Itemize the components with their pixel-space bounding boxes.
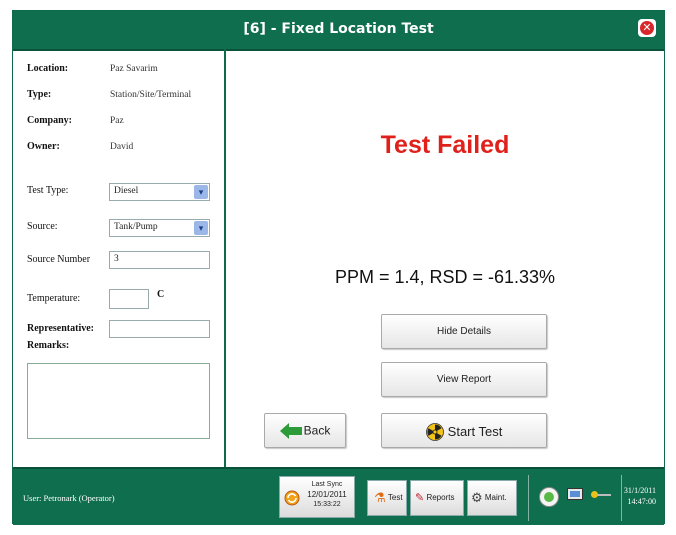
current-time: 14:47:00 — [627, 497, 656, 506]
back-arrow-icon — [279, 422, 302, 439]
hide-details-button[interactable]: Hide Details — [381, 314, 547, 349]
remarks-textarea[interactable] — [27, 363, 210, 439]
test-result: PPM = 1.4, RSD = -61.33% — [334, 267, 556, 287]
source-select[interactable]: Tank/Pump ▾ — [109, 219, 210, 237]
main-panel: Test Failed PPM = 1.4, RSD = -61.33% Hid… — [226, 49, 664, 467]
flask-icon: ⚗ — [374, 490, 386, 505]
type-row: Type: Station/Site/Terminal — [27, 89, 191, 100]
chevron-down-icon: ▾ — [194, 185, 208, 199]
close-icon: ✕ — [640, 21, 654, 35]
test-type-select[interactable]: Diesel ▾ — [109, 183, 210, 201]
source-number-label: Source Number — [27, 254, 91, 265]
company-value: Paz — [110, 116, 124, 126]
temperature-input[interactable] — [109, 289, 149, 309]
radiation-icon — [425, 422, 444, 441]
type-value: Station/Site/Terminal — [110, 90, 192, 100]
test-type-value: Diesel — [114, 186, 139, 196]
test-button[interactable]: ⚗ Test — [367, 480, 407, 516]
current-date: 31/1/2011 — [623, 486, 656, 495]
status-bar: User: Petronark (Operator) Last Sync 12/… — [13, 467, 664, 525]
close-button[interactable]: ✕ — [638, 19, 656, 37]
current-user: User: Petronark (Operator) — [23, 493, 115, 503]
start-test-button[interactable]: Start Test — [381, 413, 547, 448]
test-type-label: Test Type: — [27, 185, 69, 196]
key-icon — [591, 490, 613, 500]
computer-icon — [567, 488, 583, 500]
source-number-input[interactable]: 3 — [109, 251, 210, 269]
temperature-unit: C — [157, 289, 165, 300]
details-panel: Location: Paz Savarim Type: Station/Site… — [13, 49, 226, 467]
company-label: Company: — [27, 115, 73, 126]
temperature-label: Temperature: — [27, 293, 81, 304]
window-title: [6] - Fixed Location Test — [243, 21, 434, 37]
divider — [528, 475, 529, 521]
reports-button[interactable]: ✎ Reports — [410, 480, 464, 516]
owner-label: Owner: — [27, 141, 60, 152]
gear-icon: ⚙ — [471, 490, 483, 505]
back-button[interactable]: Back — [264, 413, 346, 448]
pencil-icon: ✎ — [415, 492, 425, 504]
type-label: Type: — [27, 89, 52, 100]
chevron-down-icon: ▾ — [194, 221, 208, 235]
location-label: Location: — [27, 63, 69, 74]
representative-input[interactable] — [109, 320, 210, 338]
view-report-button[interactable]: View Report — [381, 362, 547, 397]
test-status: Test Failed — [380, 131, 510, 159]
maint-button[interactable]: ⚙ Maint. — [467, 480, 517, 516]
source-value: Tank/Pump — [114, 222, 158, 232]
last-sync-time: 15:33:22 — [313, 501, 341, 508]
company-row: Company: Paz — [27, 115, 124, 126]
owner-row: Owner: David — [27, 141, 133, 152]
location-value: Paz Savarim — [110, 64, 158, 74]
sync-button[interactable]: Last Sync 12/01/2011 15:33:22 — [279, 476, 355, 518]
last-sync-date: 12/01/2011 — [307, 490, 347, 499]
app-window: [6] - Fixed Location Test ✕ Location: Pa… — [12, 10, 665, 525]
sync-icon — [284, 490, 300, 506]
location-row: Location: Paz Savarim — [27, 63, 158, 74]
representative-label: Representative: — [27, 323, 95, 334]
clock: 31/1/2011 14:47:00 — [624, 485, 656, 507]
owner-value: David — [110, 142, 134, 152]
source-label: Source: — [27, 221, 58, 232]
title-bar: [6] - Fixed Location Test ✕ — [13, 11, 664, 51]
divider — [621, 475, 622, 521]
last-sync-label: Last Sync — [311, 481, 343, 488]
signal-icon — [539, 487, 559, 507]
remarks-label: Remarks: — [27, 340, 70, 351]
